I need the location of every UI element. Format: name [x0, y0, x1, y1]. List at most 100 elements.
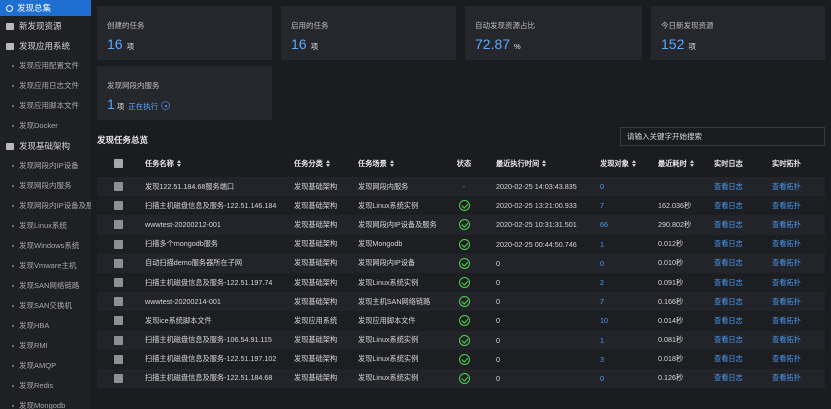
table-row[interactable]: 发现ice系统脚本文件 发现应用系统 发现应用脚本文件 0 10 0.014秒 查看日志 查看…	[97, 311, 825, 331]
sidebar-group-infrastructure[interactable]: 发现基础架构	[0, 136, 91, 156]
sidebar-group-app-systems[interactable]: 发现应用系统	[0, 36, 91, 56]
search-input[interactable]: 请输入关键字开始搜索	[620, 127, 825, 146]
cell-objects[interactable]: 10	[600, 311, 640, 330]
table-row[interactable]: 扫描主机磁盘信息及服务-122.51.184.68 发现基础架构 发现Linux系统…	[97, 368, 825, 389]
view-log-link[interactable]: 查看日志	[714, 273, 759, 292]
row-checkbox[interactable]	[114, 373, 123, 383]
view-topo-link[interactable]: 查看拓扑	[772, 311, 817, 330]
sidebar-subitem[interactable]: 发现HBA	[0, 316, 91, 336]
view-topo-link[interactable]: 查看拓扑	[772, 331, 817, 350]
view-log-link-text[interactable]: 查看日志	[714, 278, 743, 288]
cell-objects-text[interactable]: 1	[600, 240, 604, 249]
row-checkbox[interactable]	[114, 316, 123, 326]
sidebar-subitem[interactable]: 发现Docker	[0, 116, 91, 136]
sidebar-subitem[interactable]: 发现网段内服务	[0, 176, 91, 196]
view-topo-link-text[interactable]: 查看拓扑	[772, 316, 801, 326]
cell-objects-text[interactable]: 1	[600, 336, 604, 345]
header-name[interactable]: 任务名称	[145, 150, 290, 177]
view-topo-link[interactable]: 查看拓扑	[772, 254, 817, 273]
cell-objects-text[interactable]: 3	[600, 355, 604, 364]
view-log-link[interactable]: 查看日志	[714, 254, 759, 273]
sidebar-subitem[interactable]: 发现SAN交换机	[0, 296, 91, 316]
view-log-link[interactable]: 查看日志	[714, 196, 759, 215]
sidebar-subitem[interactable]: 发现网段内IP设备及服务	[0, 196, 91, 216]
view-log-link[interactable]: 查看日志	[714, 311, 759, 330]
sidebar-subitem[interactable]: 发现应用配置文件	[0, 56, 91, 76]
view-topo-link-text[interactable]: 查看拓扑	[772, 297, 801, 307]
view-log-link-text[interactable]: 查看日志	[714, 373, 743, 383]
cell-objects[interactable]: 2	[600, 273, 640, 292]
view-topo-link[interactable]: 查看拓扑	[772, 350, 817, 369]
cell-objects-text[interactable]: 2	[600, 278, 604, 287]
cell-objects[interactable]: 3	[600, 350, 640, 369]
view-topo-link-text[interactable]: 查看拓扑	[772, 201, 801, 211]
view-log-link-text[interactable]: 查看日志	[714, 201, 743, 211]
row-checkbox[interactable]	[114, 239, 123, 249]
view-log-link[interactable]: 查看日志	[714, 350, 759, 369]
view-topo-link-text[interactable]: 查看拓扑	[772, 373, 801, 383]
view-log-link[interactable]: 查看日志	[714, 215, 759, 234]
sidebar-subitem[interactable]: 发现AMQP	[0, 356, 91, 376]
view-log-link-text[interactable]: 查看日志	[714, 182, 743, 192]
cell-objects[interactable]: 0	[600, 177, 640, 196]
header-last-time[interactable]: 最近执行时间	[496, 150, 591, 177]
view-topo-link-text[interactable]: 查看拓扑	[772, 354, 801, 364]
table-row[interactable]: wwwtest-20200214-001 发现基础架构 发现主机SAN网络链路 0 7 0…	[97, 292, 825, 312]
view-topo-link[interactable]: 查看拓扑	[772, 292, 817, 311]
view-log-link-text[interactable]: 查看日志	[714, 297, 743, 307]
cell-objects[interactable]: 7	[600, 292, 640, 311]
view-topo-link[interactable]: 查看拓扑	[772, 369, 817, 388]
header-duration[interactable]: 最近耗时	[658, 150, 703, 177]
header-scene[interactable]: 任务场景	[358, 150, 453, 177]
row-checkbox[interactable]	[114, 201, 123, 211]
cell-objects[interactable]: 1	[600, 235, 640, 254]
view-log-link-text[interactable]: 查看日志	[714, 258, 743, 268]
sort-icon[interactable]	[389, 160, 394, 167]
sidebar-subitem[interactable]: 发现网段内IP设备	[0, 156, 91, 176]
cell-objects-text[interactable]: 66	[600, 220, 608, 229]
cell-objects[interactable]: 7	[600, 196, 640, 215]
table-row[interactable]: 自动扫描demo服务器所在子网 发现基础架构 发现网段内IP设备 0 0 0.010秒 查看…	[97, 253, 825, 273]
view-log-link-text[interactable]: 查看日志	[714, 316, 743, 326]
table-row[interactable]: wwwtest-20200212-001 发现基础架构 发现网段内IP设备及服务 20…	[97, 215, 825, 235]
view-log-link[interactable]: 查看日志	[714, 331, 759, 350]
cell-objects[interactable]: 0	[600, 254, 640, 273]
cell-objects[interactable]: 0	[600, 369, 640, 388]
cell-objects-text[interactable]: 7	[600, 201, 604, 210]
sort-icon[interactable]	[176, 160, 181, 167]
select-all-checkbox[interactable]	[114, 159, 123, 168]
row-checkbox[interactable]	[114, 220, 123, 230]
view-log-link-text[interactable]: 查看日志	[714, 220, 743, 230]
view-log-link[interactable]: 查看日志	[714, 177, 759, 196]
row-checkbox[interactable]	[114, 258, 123, 268]
sort-icon[interactable]	[631, 160, 636, 167]
view-log-link-text[interactable]: 查看日志	[714, 239, 743, 249]
cell-objects[interactable]: 66	[600, 215, 640, 234]
table-row[interactable]: 扫描主机磁盘信息及服务-122.51.197.74 发现基础架构 发现Linux系统…	[97, 272, 825, 293]
sidebar-subitem[interactable]: 发现RMI	[0, 336, 91, 356]
header-category[interactable]: 任务分类	[294, 150, 354, 177]
view-topo-link-text[interactable]: 查看拓扑	[772, 278, 801, 288]
row-checkbox[interactable]	[114, 278, 123, 288]
header-objects[interactable]: 发现对象	[600, 150, 640, 177]
view-topo-link[interactable]: 查看拓扑	[772, 215, 817, 234]
sidebar-subitem[interactable]: 发现应用日志文件	[0, 76, 91, 96]
view-topo-link-text[interactable]: 查看拓扑	[772, 239, 801, 249]
view-log-link[interactable]: 查看日志	[714, 235, 759, 254]
sort-icon[interactable]	[325, 160, 330, 167]
cell-objects-text[interactable]: 7	[600, 297, 604, 306]
sidebar-subitem[interactable]: 发现Windows系统	[0, 236, 91, 256]
sidebar-item-discovery-summary[interactable]: 发现总集	[0, 0, 91, 16]
sidebar-subitem[interactable]: 发现Linux系统	[0, 216, 91, 236]
row-checkbox[interactable]	[114, 297, 123, 307]
row-checkbox[interactable]	[114, 354, 123, 364]
view-topo-link-text[interactable]: 查看拓扑	[772, 258, 801, 268]
sidebar-subitem[interactable]: 发现Redis	[0, 376, 91, 396]
sidebar-subitem[interactable]: 发现Mongodb	[0, 396, 91, 409]
sidebar-item-new-resources[interactable]: 新发现资源	[0, 16, 91, 36]
table-row[interactable]: 扫描主机磁盘信息及服务-122.51.146.184 发现基础架构 发现Linux系…	[97, 196, 825, 216]
table-row[interactable]: 扫描主机磁盘信息及服务-122.51.197.102 发现基础架构 发现Linux系…	[97, 349, 825, 369]
row-checkbox[interactable]	[114, 182, 123, 192]
sort-icon[interactable]	[689, 160, 694, 167]
sidebar-subitem[interactable]: 发现应用脚本文件	[0, 96, 91, 116]
